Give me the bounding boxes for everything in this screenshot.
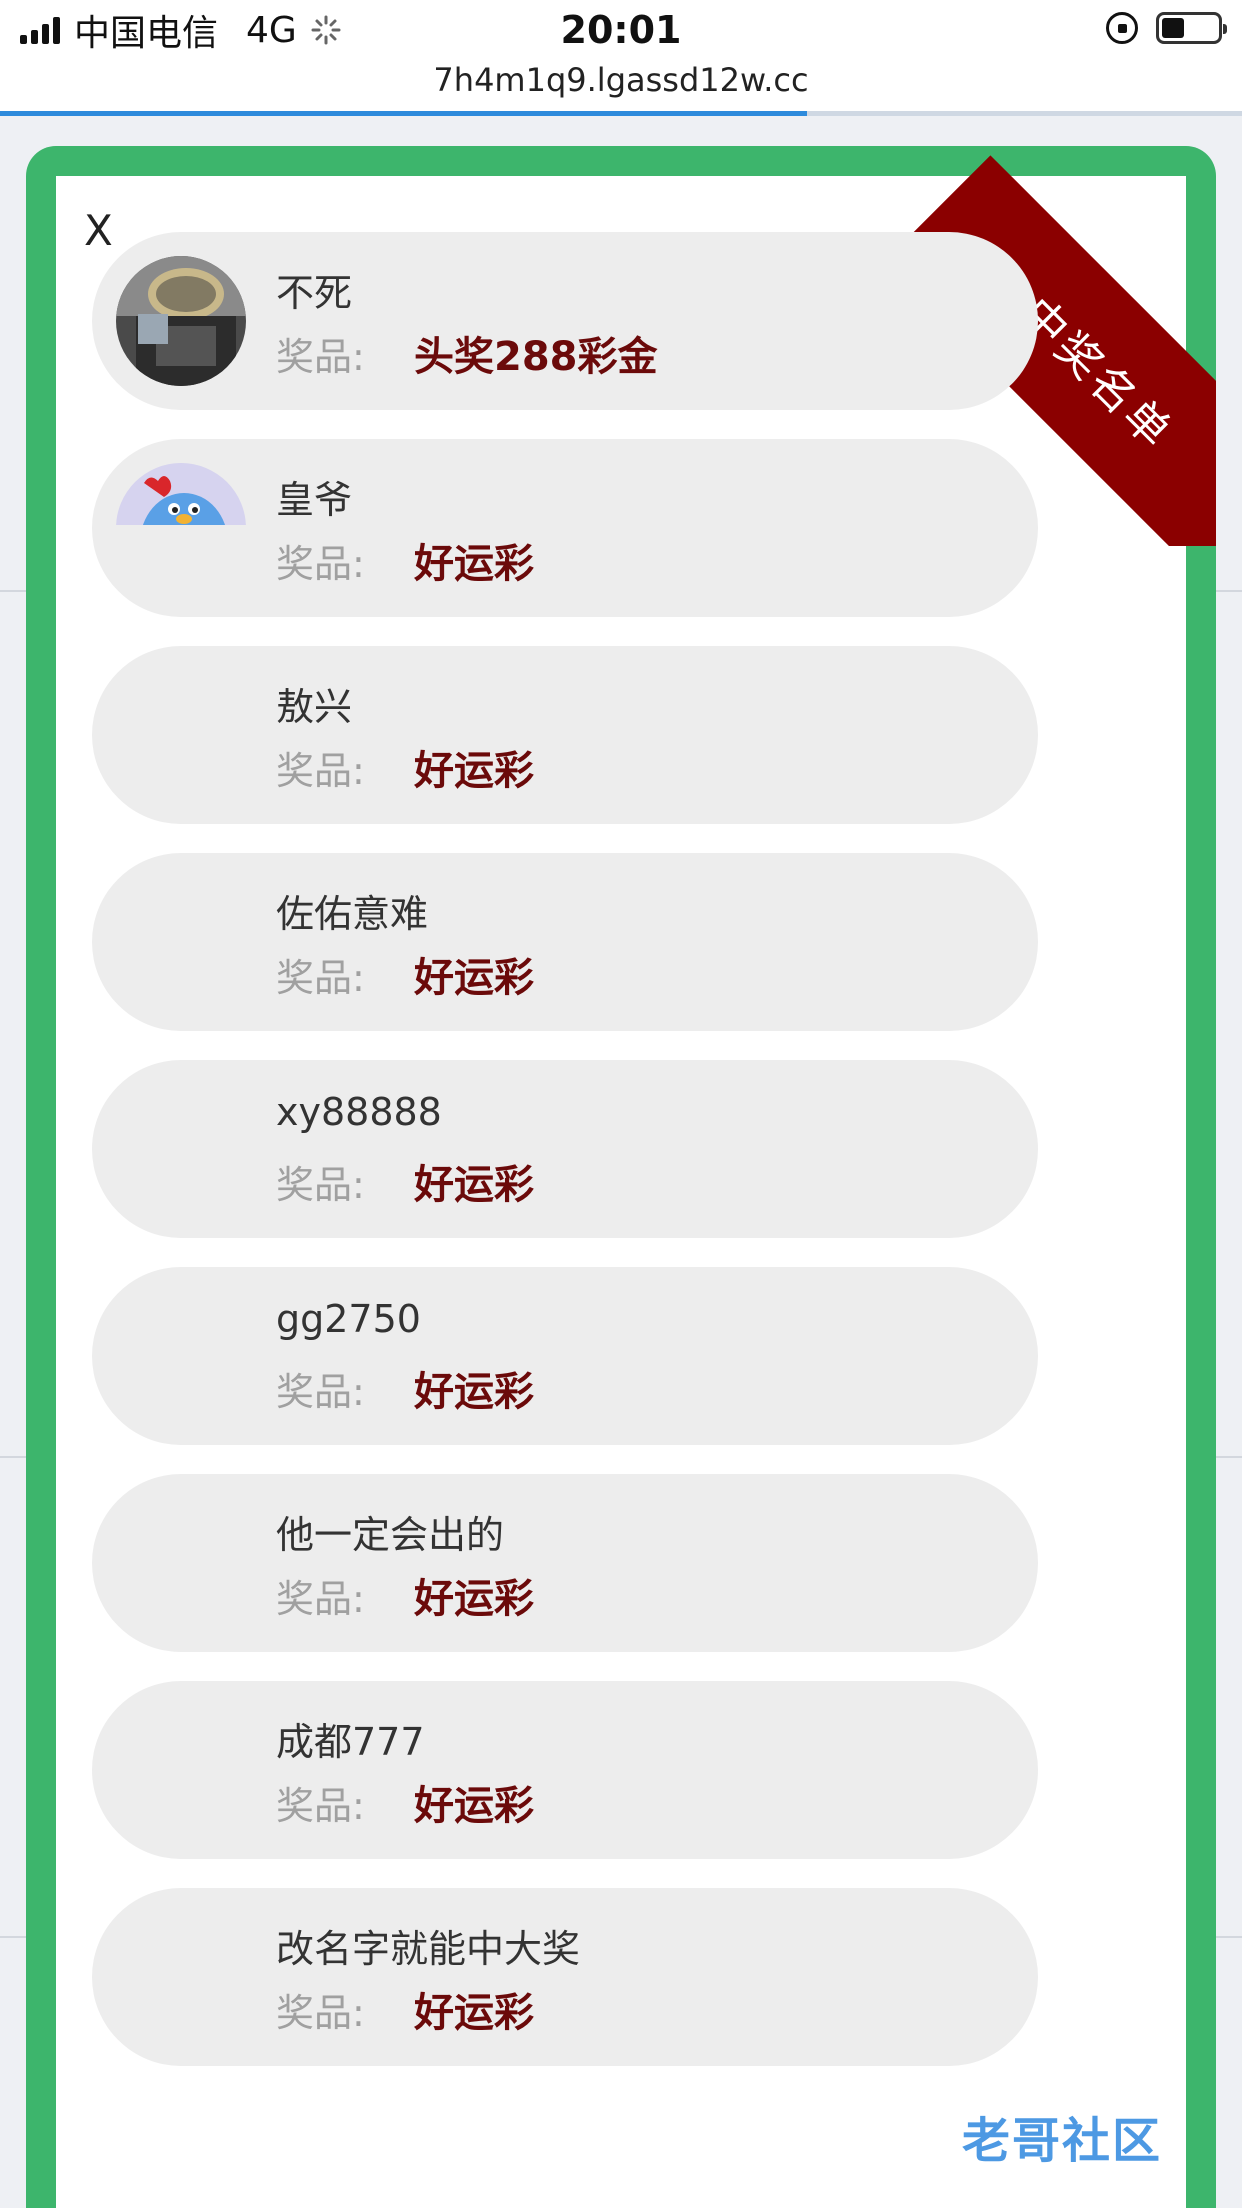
prize-value: 好运彩	[414, 1162, 534, 1208]
prize-value: 好运彩	[414, 1369, 534, 1415]
winner-name: 不死	[276, 271, 353, 315]
prize-label: 奖品:	[276, 749, 365, 793]
winner-item[interactable]: 他一定会出的 奖品: 好运彩	[92, 1474, 1038, 1652]
prize-value: 好运彩	[414, 1990, 534, 2036]
winner-item[interactable]: gg2750 奖品: 好运彩	[92, 1267, 1038, 1445]
winners-list: 不死 奖品: 头奖288彩金 皇爷 奖品: 好运彩 敖兴 奖品: 好运彩 佐佑意难 奖品: 好运彩 xy…	[92, 232, 1038, 2095]
watermark-logo: 老哥社区	[962, 2096, 1162, 2176]
prize-value: 好运彩	[414, 541, 534, 587]
status-bar: 中国电信 4G 20:01	[0, 0, 1242, 60]
prize-label: 奖品:	[276, 542, 365, 586]
winner-item[interactable]: 皇爷奖品: 好运彩	[92, 439, 1038, 617]
prize-value: 好运彩	[414, 748, 534, 794]
rotation-lock-icon	[1106, 12, 1138, 44]
winner-name: xy88888	[276, 1090, 442, 1134]
prize-label: 奖品:	[276, 1991, 365, 2035]
prize-row: 奖品: 好运彩	[276, 1980, 534, 2038]
prize-value: 好运彩	[414, 1783, 534, 1829]
prize-label: 奖品:	[276, 335, 365, 379]
url-text[interactable]: 7h4m1q9.lgassd12w.cc	[0, 60, 1242, 98]
prize-label: 奖品:	[276, 1577, 365, 1621]
winner-item[interactable]: 不死奖品: 头奖288彩金	[92, 232, 1038, 410]
prize-value: 好运彩	[414, 955, 534, 1001]
clock: 20:01	[560, 8, 682, 52]
winner-name: 佐佑意难	[276, 892, 429, 936]
winner-name: gg2750	[276, 1297, 421, 1341]
winner-name: 皇爷	[276, 478, 353, 522]
winner-name: 成都777	[276, 1720, 425, 1764]
prize-row: 奖品: 好运彩	[276, 945, 534, 1003]
prize-label: 奖品:	[276, 956, 365, 1000]
avatar	[116, 463, 246, 525]
prize-label: 奖品:	[276, 1784, 365, 1828]
prize-row: 奖品: 好运彩	[276, 1152, 534, 1210]
battery-icon	[1156, 12, 1227, 44]
browser-url-bar[interactable]: 7h4m1q9.lgassd12w.cc	[0, 60, 1242, 116]
winner-item[interactable]: xy88888 奖品: 好运彩	[92, 1060, 1038, 1238]
prize-value: 好运彩	[414, 1576, 534, 1622]
winner-name: 敖兴	[276, 685, 353, 729]
prize-row: 奖品: 头奖288彩金	[276, 324, 658, 382]
winner-item[interactable]: 成都777 奖品: 好运彩	[92, 1681, 1038, 1859]
prize-label: 奖品:	[276, 1163, 365, 1207]
prize-row: 奖品: 好运彩	[276, 1773, 534, 1831]
prize-row: 奖品: 好运彩	[276, 738, 534, 796]
avatar	[116, 256, 246, 386]
winner-name: 改名字就能中大奖	[276, 1927, 581, 1971]
winner-item[interactable]: 佐佑意难奖品: 好运彩	[92, 853, 1038, 1031]
prize-row: 奖品: 好运彩	[276, 531, 534, 589]
winner-item[interactable]: 改名字就能中大奖 奖品: 好运彩	[92, 1888, 1038, 2066]
winner-name: 他一定会出的	[276, 1513, 505, 1557]
winner-item[interactable]: 敖兴奖品: 好运彩	[92, 646, 1038, 824]
status-right	[1106, 12, 1227, 44]
prize-label: 奖品:	[276, 1370, 365, 1414]
battery-fill	[1162, 18, 1184, 38]
prize-row: 奖品: 好运彩	[276, 1566, 534, 1624]
prize-value: 头奖288彩金	[414, 334, 658, 380]
watermark-text: 老哥社区	[962, 2113, 1163, 2169]
prize-row: 奖品: 好运彩	[276, 1359, 534, 1417]
